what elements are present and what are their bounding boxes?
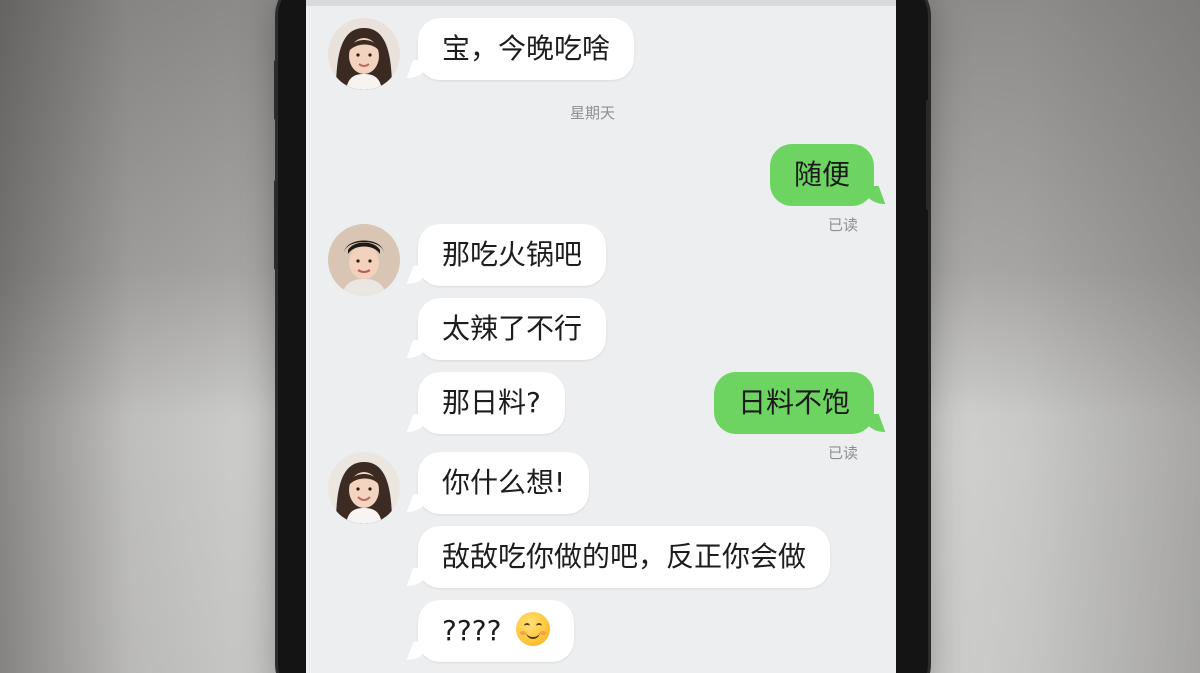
- read-receipt: 已读: [827, 216, 858, 234]
- message-bubble-outgoing[interactable]: 随便: [769, 144, 874, 206]
- message-bubble-incoming[interactable]: 敌敌吃你做的吧，反正你会做: [418, 526, 831, 588]
- female-avatar[interactable]: [328, 452, 400, 524]
- message-bubble-incoming[interactable]: 太辣了不行: [418, 298, 607, 360]
- phone-side-button: [926, 100, 930, 210]
- message-bubble-incoming[interactable]: ????: [418, 600, 575, 662]
- status-bar-edge: [306, 0, 896, 6]
- message-time: 星期天: [570, 104, 616, 122]
- background-right: [910, 0, 1200, 673]
- read-receipt: 已读: [827, 444, 858, 462]
- phone-side-button: [274, 60, 278, 120]
- message-bubble-incoming[interactable]: 你什么想!: [418, 452, 590, 514]
- chat-screen[interactable]: 宝，今晚吃啥 星期天 随便 已读 那吃火锅吧 太辣了不行 那日料? 日料不饱 已…: [306, 0, 896, 673]
- message-bubble-outgoing[interactable]: 日料不饱: [713, 372, 874, 434]
- phone-side-button: [274, 180, 278, 270]
- message-bubble-incoming[interactable]: 宝，今晚吃啥: [418, 18, 635, 80]
- smiling-face-emoji-icon: [516, 612, 551, 646]
- female-avatar[interactable]: [328, 18, 400, 90]
- male-avatar[interactable]: [328, 224, 400, 296]
- message-bubble-incoming[interactable]: 那日料?: [418, 372, 565, 434]
- background-left: [0, 0, 290, 673]
- message-bubble-incoming[interactable]: 那吃火锅吧: [418, 224, 607, 286]
- message-text: ????: [442, 614, 502, 647]
